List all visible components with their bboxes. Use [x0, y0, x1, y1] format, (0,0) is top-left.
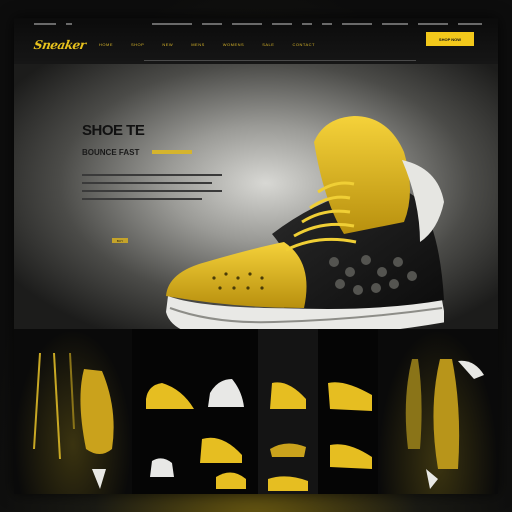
nav-divider [144, 60, 416, 61]
gallery-panel-sneakers-3[interactable] [318, 329, 378, 494]
hero-subtitle: BOUNCE FAST [82, 148, 140, 157]
gallery-panel-sneakers-1[interactable] [132, 329, 258, 494]
top-utility-bar [34, 23, 484, 27]
top-navigation: Sneaker HOME SHOP NEW MENS WOMENS SALE C… [14, 18, 498, 64]
hero-cta-button[interactable]: BUY [112, 238, 128, 243]
product-gallery [14, 329, 498, 494]
nav-link-sale[interactable]: SALE [262, 42, 274, 47]
brand-logo[interactable]: Sneaker [33, 38, 87, 52]
apparel-hanging-image [405, 359, 484, 489]
apparel-hanging-image [33, 352, 114, 489]
gallery-panel-sneakers-2[interactable] [258, 329, 318, 494]
sneaker-icon [146, 379, 246, 489]
sneaker-icon [328, 382, 372, 469]
nav-link-shop[interactable]: SHOP [131, 42, 144, 47]
gallery-panel-apparel-left[interactable] [14, 329, 132, 494]
hero-title: SHOE TE [82, 122, 145, 139]
sneaker-icon [268, 382, 308, 491]
hero-banner: SHOE TE BOUNCE FAST BUY [14, 64, 498, 332]
nav-link-home[interactable]: HOME [99, 42, 113, 47]
gallery-panel-apparel-right[interactable] [378, 329, 498, 494]
nav-link-new[interactable]: NEW [162, 42, 173, 47]
nav-links: HOME SHOP NEW MENS WOMENS SALE CONTACT [99, 42, 315, 47]
hero-sneaker-image [166, 116, 444, 332]
nav-link-womens[interactable]: WOMENS [223, 42, 244, 47]
nav-cta-button[interactable]: SHOP NOW [426, 32, 474, 46]
page-frame: Sneaker HOME SHOP NEW MENS WOMENS SALE C… [14, 18, 498, 494]
nav-link-mens[interactable]: MENS [191, 42, 205, 47]
nav-link-contact[interactable]: CONTACT [292, 42, 315, 47]
